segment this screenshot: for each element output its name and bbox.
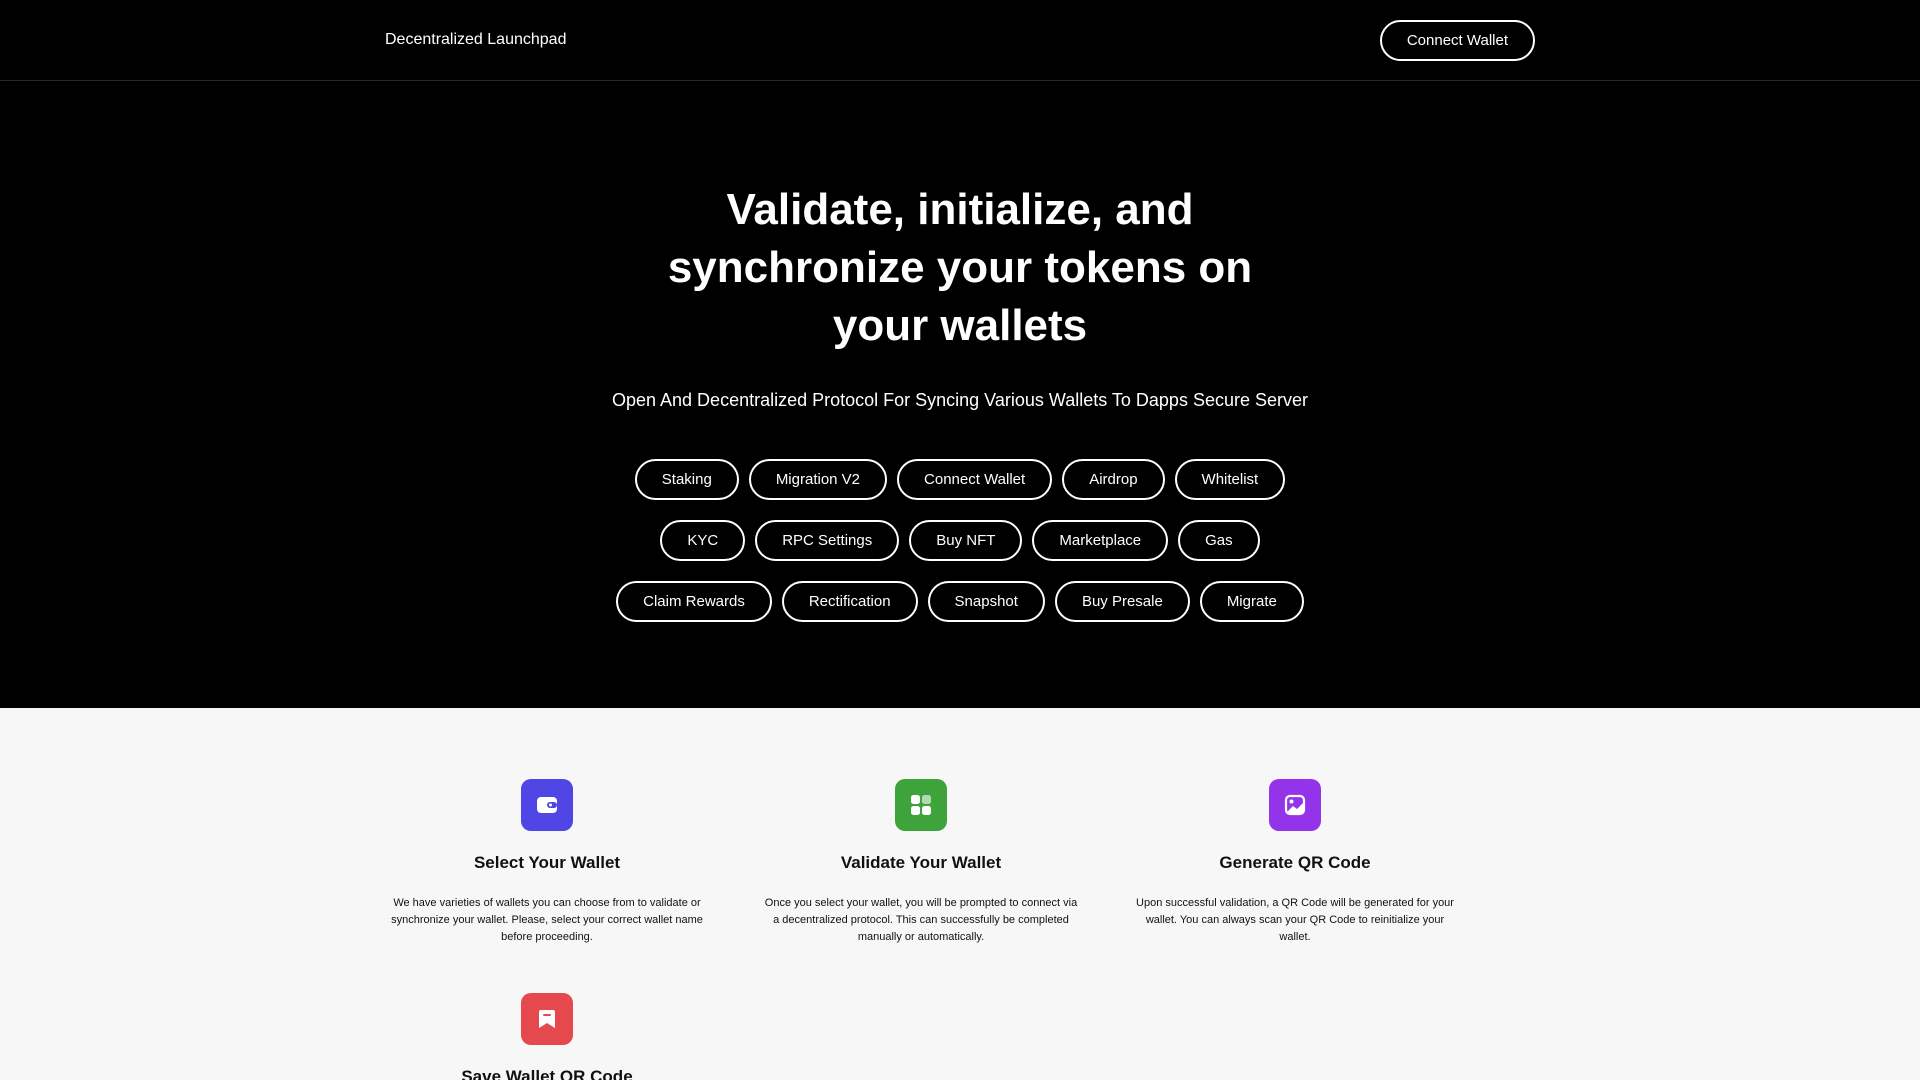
brand-name[interactable]: Decentralized Launchpad bbox=[385, 31, 566, 49]
hero-title: Validate, initialize, and synchronize yo… bbox=[667, 185, 1253, 350]
pill-staking[interactable]: Staking bbox=[634, 459, 739, 500]
feature-description: Upon successful validation, a QR Code wi… bbox=[1136, 897, 1454, 943]
connect-wallet-button[interactable]: Connect Wallet bbox=[1379, 19, 1535, 61]
wallet-icon bbox=[521, 779, 573, 831]
feature-title: Select Your Wallet bbox=[473, 853, 621, 872]
feature-title: Validate Your Wallet bbox=[840, 853, 1002, 872]
pill-marketplace[interactable]: Marketplace bbox=[1032, 520, 1169, 561]
pill-airdrop[interactable]: Airdrop bbox=[1062, 459, 1165, 500]
bookmark-icon bbox=[521, 993, 573, 1045]
pill-snapshot[interactable]: Snapshot bbox=[927, 581, 1045, 622]
feature-save-qr: Save Wallet QR Code bbox=[382, 993, 712, 1080]
pill-migrate[interactable]: Migrate bbox=[1199, 581, 1304, 622]
qr-image-icon bbox=[1269, 779, 1321, 831]
feature-title: Generate QR Code bbox=[1219, 853, 1371, 872]
hero-subtitle: Open And Decentralized Protocol For Sync… bbox=[611, 390, 1308, 410]
feature-description: Once you select your wallet, you will be… bbox=[764, 897, 1078, 943]
pill-migration-v2[interactable]: Migration V2 bbox=[748, 459, 888, 500]
feature-title: Save Wallet QR Code bbox=[461, 1067, 633, 1080]
pill-whitelist[interactable]: Whitelist bbox=[1174, 459, 1286, 500]
pill-connect-wallet[interactable]: Connect Wallet bbox=[897, 459, 1053, 500]
pill-claim-rewards[interactable]: Claim Rewards bbox=[616, 581, 772, 622]
feature-validate-wallet: Validate Your Wallet Once you select you… bbox=[756, 779, 1086, 946]
feature-select-wallet: Select Your Wallet We have varieties of … bbox=[382, 779, 712, 946]
pill-buy-presale[interactable]: Buy Presale bbox=[1054, 581, 1190, 622]
grid-icon bbox=[895, 779, 947, 831]
action-pills: Staking Migration V2 Connect Wallet Aird… bbox=[600, 459, 1320, 622]
pill-rpc-settings[interactable]: RPC Settings bbox=[755, 520, 900, 561]
pill-rectification[interactable]: Rectification bbox=[781, 581, 918, 622]
hero-section: Validate, initialize, and synchronize yo… bbox=[0, 81, 1920, 708]
pill-gas[interactable]: Gas bbox=[1178, 520, 1260, 561]
features-section: Select Your Wallet We have varieties of … bbox=[0, 708, 1920, 1080]
site-header: Decentralized Launchpad Connect Wallet bbox=[0, 0, 1920, 81]
pill-kyc[interactable]: KYC bbox=[660, 520, 746, 561]
pill-buy-nft[interactable]: Buy NFT bbox=[909, 520, 1023, 561]
feature-description: We have varieties of wallets you can cho… bbox=[391, 897, 703, 943]
feature-generate-qr: Generate QR Code Upon successful validat… bbox=[1130, 779, 1460, 946]
